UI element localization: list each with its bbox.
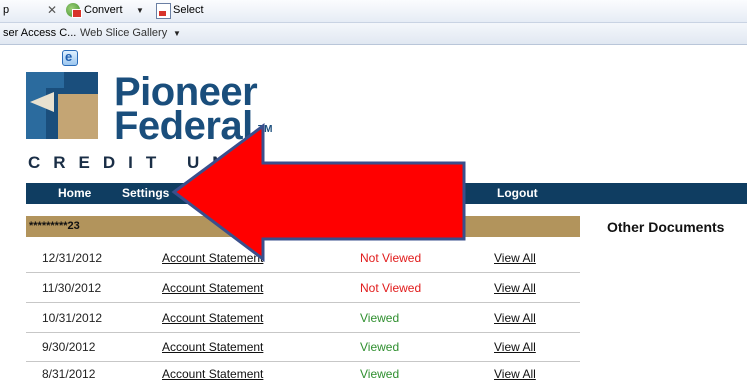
statement-status: Viewed [360,367,400,381]
statement-row: 12/31/2012 Account Statement Not Viewed … [26,243,580,273]
account-statement-link[interactable]: Account Statement [162,251,263,265]
account-header-bar: *********23 [26,216,580,237]
select-pdf-icon[interactable] [156,3,171,19]
favorites-bar: ser Access C... Web Slice Gallery ▼ [0,23,747,66]
statement-date: 9/30/2012 [42,340,96,354]
web-slice-dropdown-icon[interactable]: ▼ [173,29,181,38]
statement-status: Not Viewed [360,281,422,295]
account-statement-link[interactable]: Account Statement [162,281,263,295]
other-documents-heading: Other Documents [607,219,725,235]
statement-date: 8/31/2012 [42,367,96,381]
account-statement-link[interactable]: Account Statement [162,311,263,325]
statement-row: 11/30/2012 Account Statement Not Viewed … [26,273,580,303]
toolbar-fragment-text: p [3,4,10,16]
web-slice-gallery-link[interactable]: Web Slice Gallery [80,27,167,39]
statement-row: 9/30/2012 Account Statement Viewed View … [26,332,580,362]
statement-row: 10/31/2012 Account Statement Viewed View… [26,303,580,333]
statement-status: Not Viewed [360,251,422,265]
web-slice-icon[interactable] [62,49,78,66]
view-all-link[interactable]: View All [494,311,536,325]
account-number: *********23 [29,220,80,232]
browser-command-bar: p ✕ Convert ▼ Select [0,0,747,23]
nav-logout[interactable]: Logout [497,186,538,200]
statement-date: 11/30/2012 [42,281,102,295]
convert-dropdown-icon[interactable]: ▼ [136,6,144,15]
convert-pdf-icon[interactable] [66,3,82,18]
convert-button[interactable]: Convert [84,4,123,16]
logo-text-line2: Federal [114,104,253,148]
view-all-link[interactable]: View All [494,340,536,354]
view-all-link[interactable]: View All [494,367,536,381]
account-statement-link[interactable]: Account Statement [162,367,263,381]
nav-settings[interactable]: Settings [122,186,169,200]
view-all-link[interactable]: View All [494,251,536,265]
account-statement-link[interactable]: Account Statement [162,340,263,354]
view-all-link[interactable]: View All [494,281,536,295]
statement-status: Viewed [360,340,400,354]
statement-row: 8/31/2012 Account Statement Viewed View … [26,359,580,388]
statement-date: 12/31/2012 [42,251,103,265]
select-button[interactable]: Select [173,4,204,16]
nav-home[interactable]: Home [58,186,91,200]
statement-status: Viewed [360,311,400,325]
main-nav-bar: Home Settings Logout [26,183,747,204]
favorites-item-access[interactable]: ser Access C... [3,27,76,39]
logo-trademark: TM [258,124,273,135]
statement-date: 10/31/2012 [42,311,103,325]
pioneer-federal-logo-mark [26,72,98,139]
close-icon[interactable]: ✕ [47,3,57,17]
logo-tagline: CREDIT UN [28,153,238,172]
